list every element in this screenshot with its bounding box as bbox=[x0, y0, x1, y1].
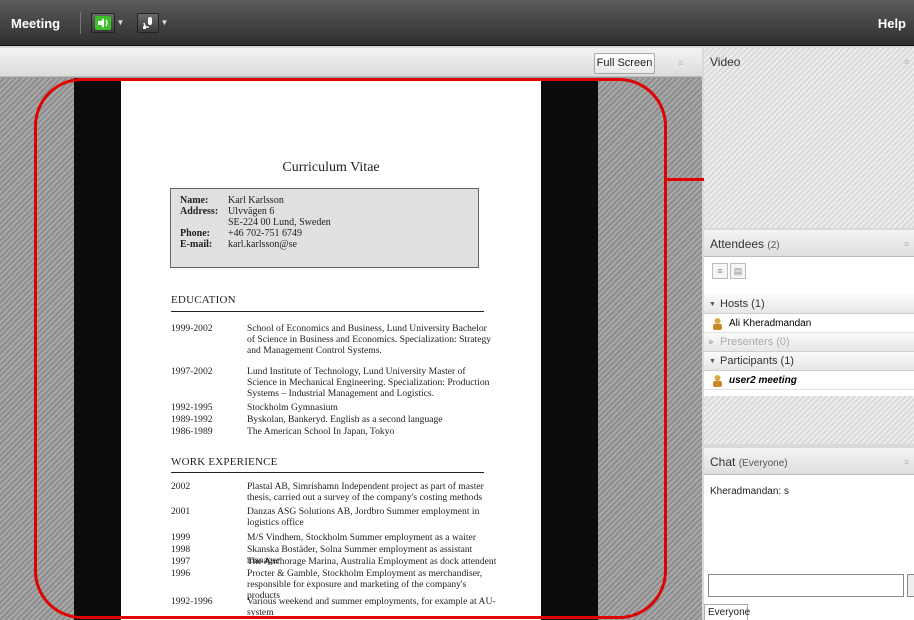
education-heading: EDUCATION bbox=[171, 294, 236, 306]
full-screen-button[interactable]: Full Screen bbox=[594, 53, 655, 74]
microphone-dropdown[interactable]: ▼ bbox=[159, 13, 170, 33]
video-pod-header: Video ≡ bbox=[704, 48, 914, 75]
section-divider bbox=[171, 311, 484, 312]
speaker-button[interactable] bbox=[91, 13, 115, 33]
user-icon bbox=[713, 375, 722, 387]
speaker-icon bbox=[95, 16, 111, 30]
share-pod-header: Full Screen ≡ bbox=[0, 48, 702, 77]
menu-meeting[interactable]: Meeting bbox=[11, 16, 60, 31]
speaker-dropdown[interactable]: ▼ bbox=[115, 13, 126, 33]
menu-separator bbox=[80, 12, 81, 34]
attendees-toolbar: ≡ ▤ bbox=[704, 257, 914, 295]
expanded-icon: ▼ bbox=[709, 301, 716, 308]
group-participants[interactable]: ▼ Participants (1) bbox=[704, 352, 914, 371]
info-row-address: Address: Ulvvägen 6 bbox=[180, 206, 275, 217]
cv-title: Curriculum Vitae bbox=[282, 160, 380, 175]
attendee-list: ▼ Hosts (1) Ali Kheradmandan ▶ Presenters … bbox=[704, 295, 914, 390]
collapsed-icon: ▶ bbox=[709, 339, 715, 346]
group-hosts[interactable]: ▼ Hosts (1) bbox=[704, 295, 914, 314]
document-page: Curriculum Vitae Name: Karl Karlsson Addr… bbox=[121, 78, 541, 620]
attendees-pod-title: Attendees (2) bbox=[710, 237, 780, 251]
microphone-icon bbox=[143, 17, 152, 29]
document-viewer: Curriculum Vitae Name: Karl Karlsson Addr… bbox=[0, 78, 702, 620]
chat-pod-title: Chat (Everyone) bbox=[710, 455, 788, 469]
info-row-name: Name: Karl Karlsson bbox=[180, 195, 284, 206]
list-view-icon[interactable]: ≡ bbox=[712, 263, 728, 279]
chat-tab-everyone[interactable]: Everyone bbox=[704, 604, 750, 620]
chat-pod-header: Chat (Everyone) ≡ bbox=[704, 448, 914, 475]
pod-menu-icon[interactable]: ≡ bbox=[678, 59, 688, 68]
work-experience-heading: WORK EXPERIENCE bbox=[171, 456, 278, 468]
expanded-icon: ▼ bbox=[709, 358, 716, 365]
chat-message: Kheradmandan: s bbox=[710, 486, 789, 497]
attendees-pod-header: Attendees (2) ≡ bbox=[704, 230, 914, 257]
video-pod: Video ≡ bbox=[704, 48, 914, 228]
attendees-empty-area bbox=[704, 396, 914, 444]
video-pod-title: Video bbox=[710, 55, 741, 69]
group-presenters[interactable]: ▶ Presenters (0) bbox=[704, 333, 914, 352]
chat-input[interactable] bbox=[708, 574, 904, 597]
share-pod: Full Screen ≡ Curriculum Vitae Name: Karl… bbox=[0, 48, 702, 620]
attendee-host[interactable]: Ali Kheradmandan bbox=[704, 314, 914, 333]
pod-menu-icon[interactable]: ≡ bbox=[904, 240, 914, 249]
menu-help[interactable]: Help bbox=[878, 16, 906, 31]
attendee-participant[interactable]: user2 meeting bbox=[704, 371, 914, 390]
grid-view-icon[interactable]: ▤ bbox=[730, 263, 746, 279]
attendees-pod: Attendees (2) ≡ ≡ ▤ ▼ Hosts (1) Ali Khera… bbox=[704, 230, 914, 444]
menu-bar: Meeting ▼ ▼ Help bbox=[0, 0, 914, 46]
chat-pod: Chat (Everyone) ≡ Kheradmandan: s Everyo… bbox=[704, 448, 914, 620]
microphone-button[interactable] bbox=[137, 13, 159, 33]
info-row-phone: Phone: +46 702-751 6749 bbox=[180, 228, 302, 239]
info-row-email: E-mail: karl.karlsson@se bbox=[180, 239, 297, 250]
send-icon[interactable] bbox=[907, 574, 914, 597]
user-icon bbox=[713, 318, 722, 330]
info-row-address-2: SE-224 00 Lund, Sweden bbox=[228, 217, 331, 228]
pod-menu-icon[interactable]: ≡ bbox=[904, 458, 914, 467]
pod-menu-icon[interactable]: ≡ bbox=[904, 58, 914, 67]
contact-info-box: Name: Karl Karlsson Address: Ulvvägen 6 SE… bbox=[170, 188, 479, 268]
section-divider bbox=[171, 472, 484, 473]
